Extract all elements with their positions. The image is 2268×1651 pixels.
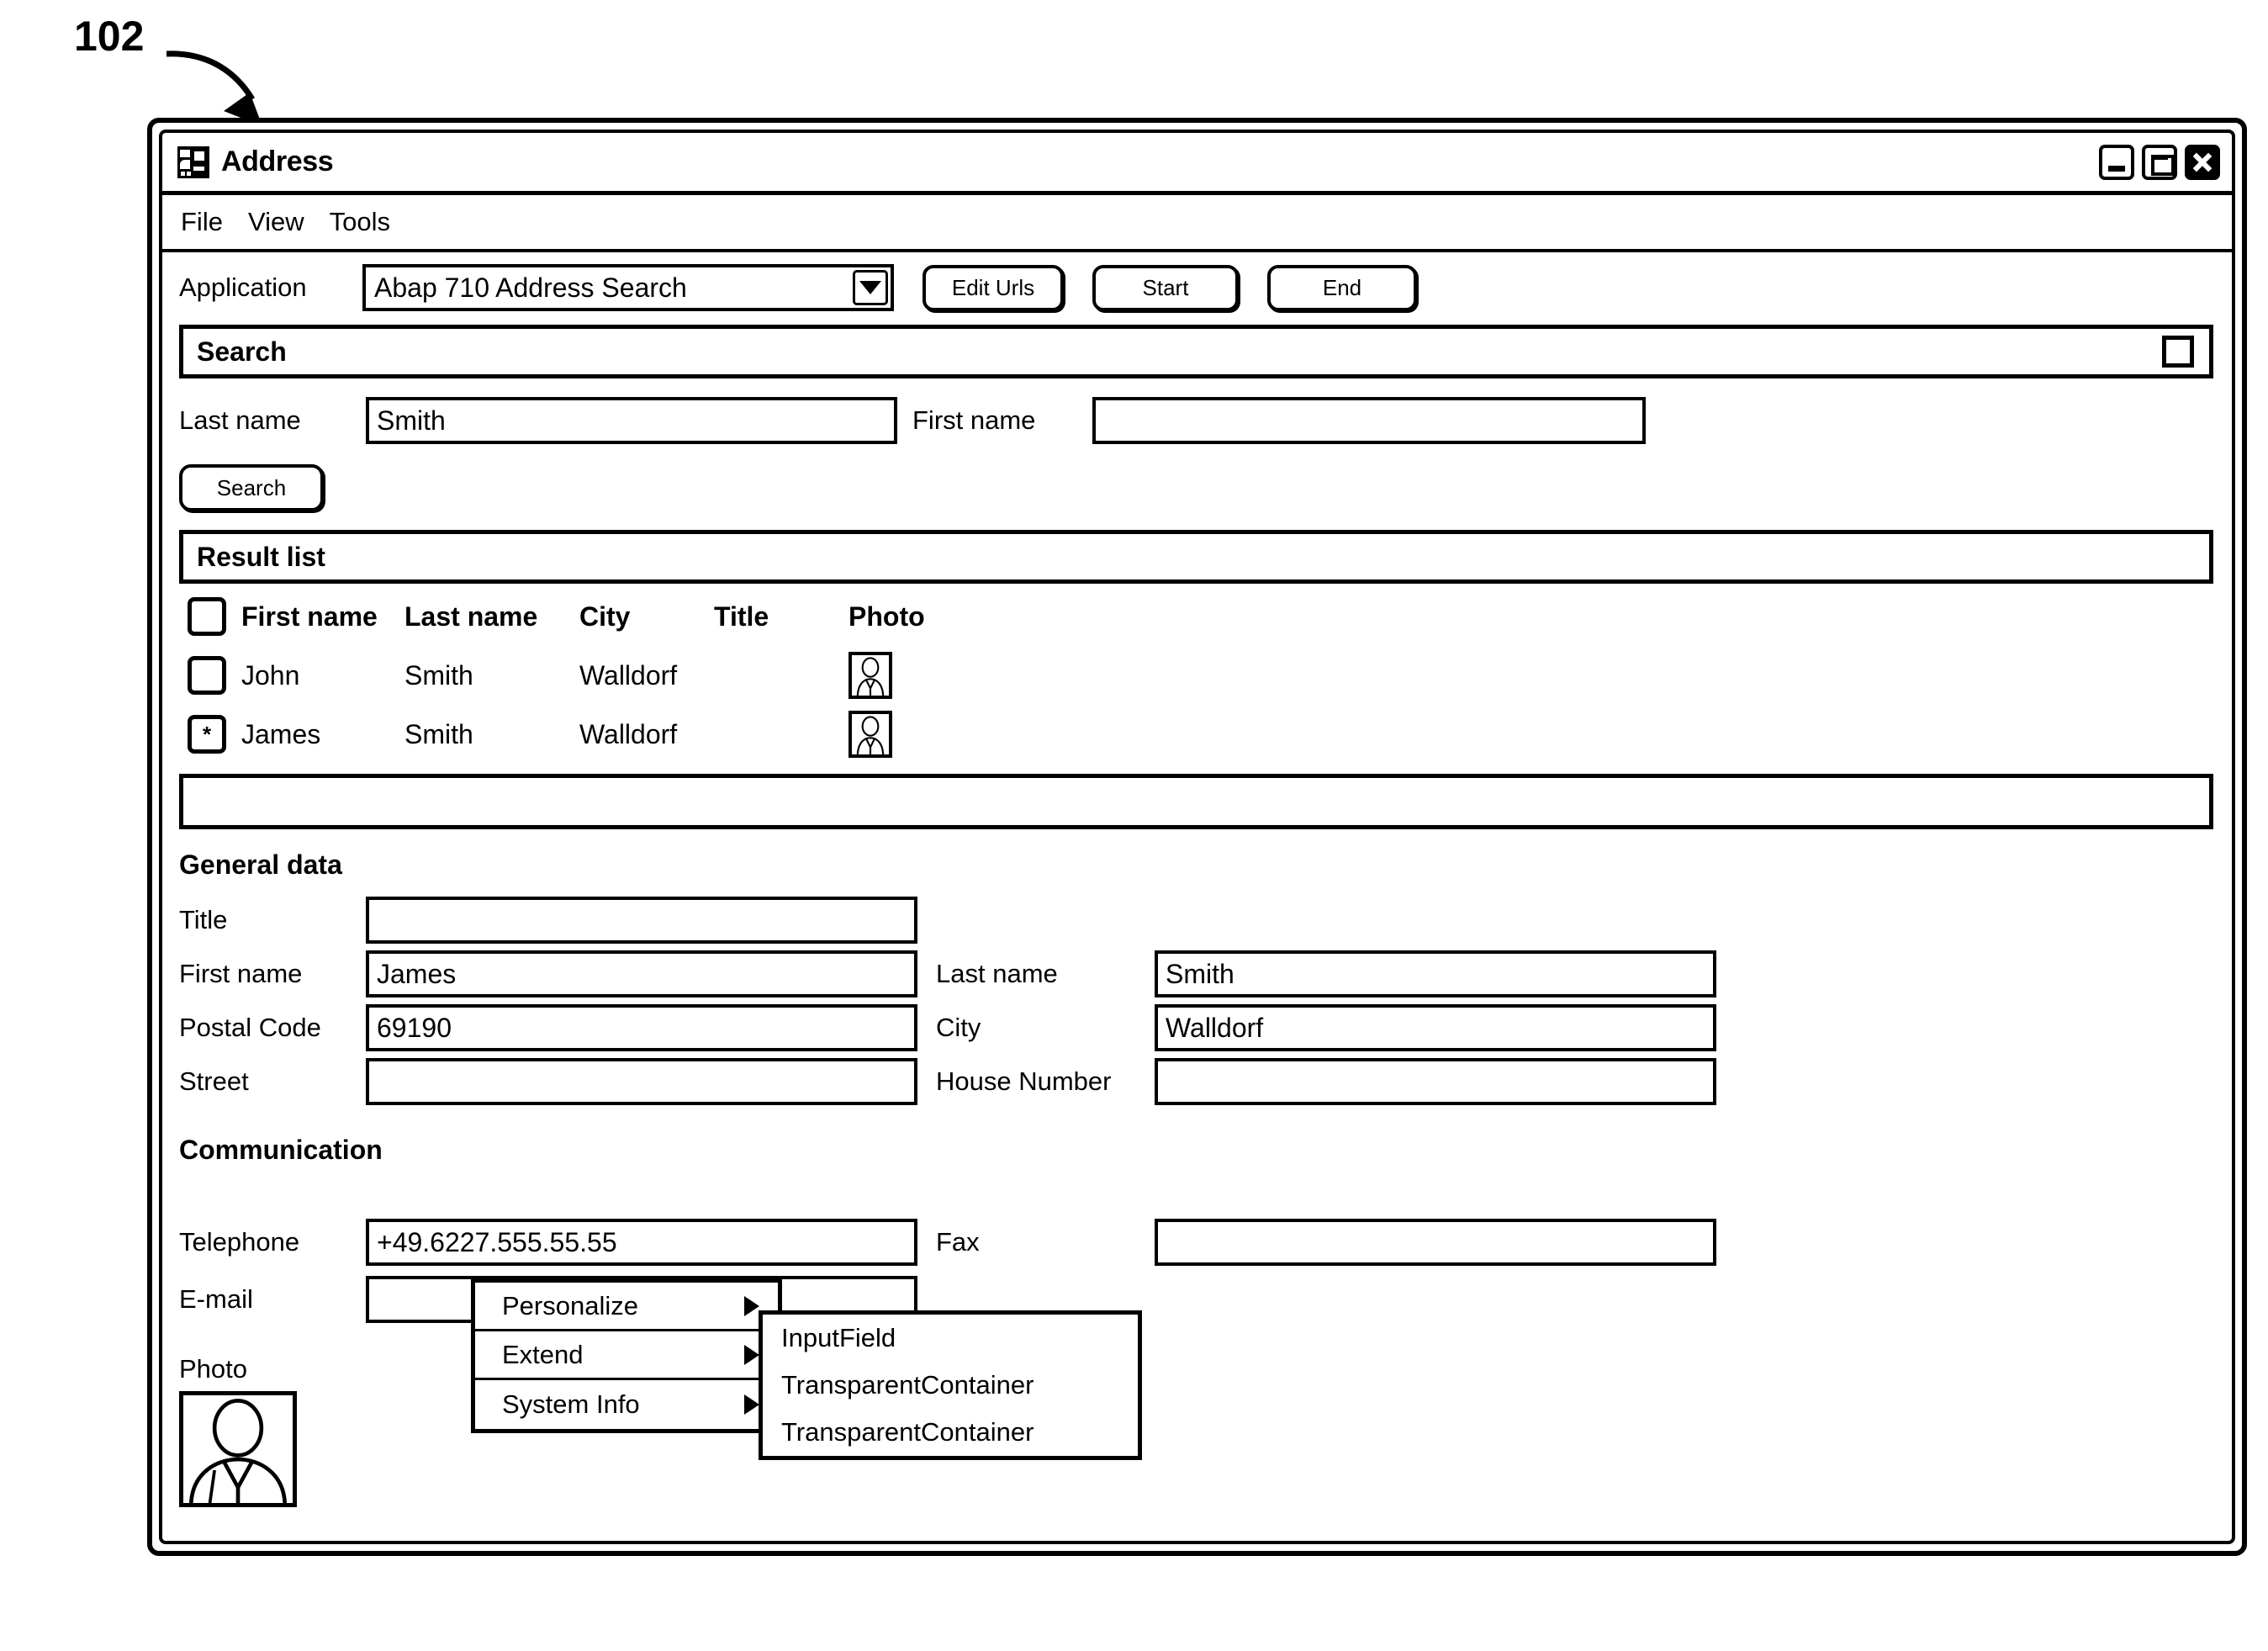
- cell-first-name: John: [241, 659, 300, 691]
- chevron-right-icon: [744, 1394, 759, 1415]
- end-button[interactable]: End: [1267, 264, 1417, 311]
- fax-field[interactable]: [1155, 1219, 1716, 1266]
- street-label: Street: [179, 1066, 249, 1096]
- telephone-label: Telephone: [179, 1227, 300, 1257]
- general-data-row-street: Street House Number: [179, 1057, 2213, 1106]
- application-select[interactable]: Abap 710 Address Search: [362, 264, 894, 311]
- search-last-name-label: Last name: [179, 405, 301, 435]
- title-bar: Address: [162, 133, 2232, 195]
- search-button[interactable]: Search: [179, 464, 324, 511]
- result-list-title: Result list: [197, 541, 325, 572]
- column-header-photo: Photo: [849, 601, 925, 632]
- last-name-label: Last name: [936, 959, 1058, 988]
- minimize-icon[interactable]: [2099, 144, 2134, 180]
- context-submenu[interactable]: InputField TransparentContainer Transpar…: [759, 1310, 1142, 1460]
- chevron-right-icon: [744, 1344, 759, 1365]
- menu-item-tools[interactable]: Tools: [328, 205, 392, 239]
- first-name-label: First name: [179, 959, 303, 988]
- search-section-title: Search: [197, 336, 287, 367]
- person-photo-icon: [849, 652, 892, 699]
- start-button[interactable]: Start: [1092, 264, 1239, 311]
- search-section-header: Search: [179, 325, 2213, 378]
- column-header-first-name: First name: [241, 601, 378, 632]
- communication-title: Communication: [179, 1135, 383, 1165]
- person-photo-icon: [179, 1391, 297, 1507]
- callout-102: 102: [74, 13, 145, 60]
- house-number-label: House Number: [936, 1066, 1112, 1096]
- city-label: City: [936, 1013, 981, 1042]
- telephone-field[interactable]: +49.6227.555.55.55: [366, 1219, 917, 1266]
- table-header-row: First name Last name City Title Photo: [179, 587, 2213, 646]
- last-name-field[interactable]: Smith: [1155, 950, 1716, 997]
- cell-last-name: Smith: [404, 659, 473, 691]
- context-menu-item-extend[interactable]: Extend: [475, 1331, 778, 1380]
- submenu-item-inputfield[interactable]: InputField: [763, 1315, 1138, 1362]
- general-data-fields: Title First name James Last name Smith P…: [179, 896, 2213, 1106]
- application-icon: [177, 146, 209, 178]
- row-checkbox[interactable]: [188, 656, 226, 695]
- menu-item-file[interactable]: File: [179, 205, 225, 239]
- first-name-field[interactable]: James: [366, 950, 917, 997]
- result-list-footer-bar: [179, 774, 2213, 829]
- result-list-header: Result list: [179, 530, 2213, 584]
- city-field[interactable]: Walldorf: [1155, 1004, 1716, 1051]
- cell-photo: [849, 652, 983, 699]
- cell-last-name: Smith: [404, 718, 473, 749]
- column-header-city: City: [579, 601, 631, 632]
- email-label: E-mail: [179, 1284, 253, 1314]
- house-number-field[interactable]: [1155, 1058, 1716, 1105]
- window-title: Address: [221, 146, 334, 177]
- postal-code-label: Postal Code: [179, 1013, 321, 1042]
- close-icon[interactable]: [2185, 144, 2220, 180]
- title-field[interactable]: [366, 897, 917, 944]
- column-header-title: Title: [714, 601, 769, 632]
- street-field[interactable]: [366, 1058, 917, 1105]
- application-select-value: Abap 710 Address Search: [374, 272, 687, 303]
- general-data-title: General data: [179, 849, 342, 880]
- search-last-name-input[interactable]: Smith: [366, 397, 897, 444]
- context-menu-label: Extend: [502, 1339, 584, 1369]
- title-label: Title: [179, 905, 228, 934]
- photo-label: Photo: [179, 1354, 248, 1384]
- menu-item-view[interactable]: View: [246, 205, 306, 239]
- column-header-last-name: Last name: [404, 601, 538, 632]
- fax-label: Fax: [936, 1227, 980, 1257]
- general-data-row-title: Title: [179, 896, 2213, 945]
- maximize-icon[interactable]: [2142, 144, 2177, 180]
- search-first-name-input[interactable]: [1092, 397, 1646, 444]
- table-row[interactable]: John Smith Walldorf: [179, 646, 2213, 705]
- context-menu-label: System Info: [502, 1389, 640, 1419]
- context-menu-item-system-info[interactable]: System Info: [475, 1380, 778, 1429]
- communication-row-telephone: Telephone +49.6227.555.55.55 Fax: [179, 1216, 2213, 1268]
- cell-first-name: James: [241, 718, 321, 749]
- edit-urls-button[interactable]: Edit Urls: [923, 264, 1064, 311]
- general-data-row-first-name: First name James Last name Smith: [179, 950, 2213, 998]
- submenu-item-transparentcontainer-1[interactable]: TransparentContainer: [763, 1362, 1138, 1409]
- person-photo-icon: [849, 711, 892, 758]
- select-all-checkbox[interactable]: [188, 597, 226, 636]
- chevron-down-icon[interactable]: [853, 270, 888, 305]
- search-fields-row: Last name Smith First name: [179, 387, 2213, 454]
- cell-photo: [849, 711, 983, 758]
- submenu-item-transparentcontainer-2[interactable]: TransparentContainer: [763, 1409, 1138, 1456]
- context-menu[interactable]: Personalize Extend System Info: [471, 1278, 782, 1433]
- search-section-checkbox[interactable]: [2162, 336, 2194, 368]
- postal-code-field[interactable]: 69190: [366, 1004, 917, 1051]
- chevron-right-icon: [744, 1295, 759, 1316]
- context-menu-label: Personalize: [502, 1290, 638, 1320]
- application-window: Address File View Tools Application Abap…: [147, 118, 2247, 1556]
- general-data-row-postal-code: Postal Code 69190 City Walldorf: [179, 1003, 2213, 1052]
- search-first-name-label: First name: [912, 405, 1036, 435]
- window-controls: [2099, 144, 2220, 180]
- table-row[interactable]: * James Smith Walldorf: [179, 705, 2213, 764]
- cell-city: Walldorf: [579, 659, 678, 691]
- row-checkbox[interactable]: *: [188, 715, 226, 754]
- cell-city: Walldorf: [579, 718, 678, 749]
- menu-bar: File View Tools: [162, 195, 2232, 252]
- context-menu-item-personalize[interactable]: Personalize: [475, 1283, 778, 1331]
- application-toolbar: Application Abap 710 Address Search Edit…: [179, 252, 2213, 323]
- result-list-table: First name Last name City Title Photo Jo…: [179, 587, 2213, 764]
- application-label: Application: [179, 273, 307, 302]
